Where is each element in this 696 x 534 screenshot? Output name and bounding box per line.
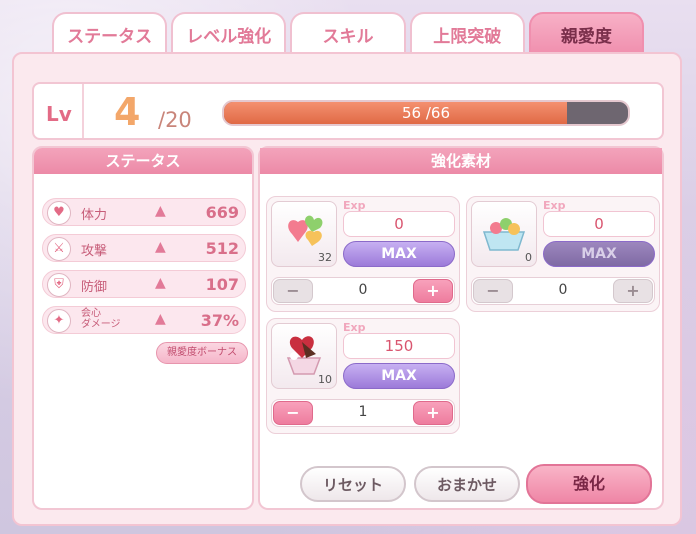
decrement-button[interactable]: − [273, 401, 313, 425]
shield-icon: ⛨ [47, 273, 71, 297]
quantity-value: 1 [358, 404, 368, 420]
level-divider [82, 84, 84, 138]
quantity-stepper: − 0 + [271, 277, 455, 305]
materials-panel: 強化素材 32 Exp 0 MAX − 0 + 0 Exp 0 MAX − 0 … [258, 146, 664, 510]
enhance-button[interactable]: 強化 [526, 464, 652, 504]
max-button[interactable]: MAX [543, 241, 655, 267]
exp-value: 0 [543, 211, 655, 237]
increment-button[interactable]: + [413, 401, 453, 425]
tab-affection[interactable]: 親愛度 [528, 12, 645, 54]
stat-value: 512 [205, 239, 239, 258]
fruit-jelly-item-icon[interactable]: 0 [471, 201, 537, 267]
increment-button[interactable]: + [413, 279, 453, 303]
tab-bar: ステータス レベル強化 スキル 上限突破 親愛度 [52, 12, 645, 54]
material-card-chocolate-parfait: 10 Exp 150 MAX − 1 + [266, 318, 460, 434]
affection-bonus-button[interactable]: 親愛度ボーナス [156, 342, 248, 364]
status-panel: ステータス ♥ 体力 ▲ 669 ⚔ 攻撃 ▲ 512 ⛨ 防御 ▲ 107 ✦… [32, 146, 254, 510]
exp-value: 0 [343, 211, 455, 237]
stat-value: 669 [205, 203, 239, 222]
materials-title: 強化素材 [260, 148, 662, 174]
stat-row-defense: ⛨ 防御 ▲ 107 [42, 270, 246, 298]
chocolate-parfait-item-icon[interactable]: 10 [271, 323, 337, 389]
quantity-value: 0 [358, 282, 368, 298]
stat-up-arrow-icon: ▲ [155, 239, 166, 255]
stat-up-arrow-icon: ▲ [155, 203, 166, 219]
tab-level-up[interactable]: レベル強化 [171, 12, 287, 54]
decrement-button[interactable]: − [273, 279, 313, 303]
level-bar: Lv 4 /20 56 /66 [32, 82, 664, 140]
exp-progress-bar: 56 /66 [222, 100, 630, 126]
level-max: /20 [158, 108, 192, 132]
tab-limit-break[interactable]: 上限突破 [409, 12, 525, 54]
quantity-stepper: − 0 + [471, 277, 655, 305]
stat-label: 会心 ダメージ [81, 308, 121, 330]
max-button[interactable]: MAX [343, 241, 455, 267]
stat-row-crit-damage: ✦ 会心 ダメージ ▲ 37% [42, 306, 246, 334]
item-count: 32 [318, 251, 332, 264]
stat-label: 体力 [81, 208, 108, 223]
tab-status[interactable]: ステータス [52, 12, 168, 54]
stat-up-arrow-icon: ▲ [155, 311, 166, 327]
heart-candy-item-icon[interactable]: 32 [271, 201, 337, 267]
auto-select-button[interactable]: おまかせ [414, 466, 520, 502]
status-title: ステータス [34, 148, 252, 174]
max-button[interactable]: MAX [343, 363, 455, 389]
item-count: 0 [525, 251, 532, 264]
item-count: 10 [318, 373, 332, 386]
stat-value: 37% [200, 311, 239, 330]
stat-label: 攻撃 [81, 244, 108, 259]
sword-icon: ⚔ [47, 237, 71, 261]
heart-icon: ♥ [47, 201, 71, 225]
increment-button[interactable]: + [613, 279, 653, 303]
reset-button[interactable]: リセット [300, 466, 406, 502]
stat-row-attack: ⚔ 攻撃 ▲ 512 [42, 234, 246, 262]
level-current: 4 [114, 90, 141, 134]
tab-skill[interactable]: スキル [290, 12, 406, 54]
stat-row-hp: ♥ 体力 ▲ 669 [42, 198, 246, 226]
stat-value: 107 [205, 275, 239, 294]
exp-value: 150 [343, 333, 455, 359]
stat-up-arrow-icon: ▲ [155, 275, 166, 291]
quantity-stepper: − 1 + [271, 399, 455, 427]
material-card-fruit-jelly: 0 Exp 0 MAX − 0 + [466, 196, 660, 312]
material-card-heart-candy: 32 Exp 0 MAX − 0 + [266, 196, 460, 312]
stat-label: 防御 [81, 280, 108, 295]
level-label: Lv [46, 102, 72, 126]
critical-icon: ✦ [47, 309, 71, 333]
exp-progress-text: 56 /66 [402, 104, 450, 122]
decrement-button[interactable]: − [473, 279, 513, 303]
quantity-value: 0 [558, 282, 568, 298]
